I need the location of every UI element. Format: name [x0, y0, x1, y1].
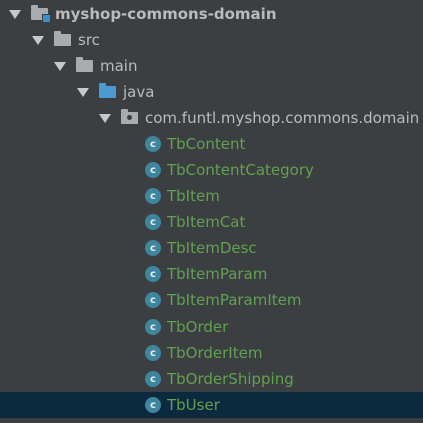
class-label: TbUser — [167, 396, 220, 414]
class-icon: c — [145, 162, 161, 178]
tree-node-class-selected[interactable]: c TbUser — [0, 392, 423, 418]
class-icon: c — [145, 240, 161, 256]
module-name: myshop-commons-domain — [55, 5, 277, 23]
class-label: TbContentCategory — [167, 161, 314, 179]
class-icon: c — [145, 188, 161, 204]
folder-icon — [54, 31, 71, 46]
tree-node-package[interactable]: com.funtl.myshop.commons.domain — [0, 105, 423, 131]
class-label: TbItemDesc — [167, 239, 257, 257]
tree-node-class[interactable]: c TbOrderShipping — [0, 366, 423, 392]
tree-node-class[interactable]: c TbOrderItem — [0, 340, 423, 366]
tree-node-class[interactable]: c TbItem — [0, 183, 423, 209]
tree-node-class[interactable]: c TbItemParam — [0, 261, 423, 287]
tree-node-java[interactable]: java — [0, 79, 423, 105]
class-icon: c — [145, 266, 161, 282]
tree-node-module[interactable]: myshop-commons-domain — [0, 1, 423, 27]
expand-arrow-icon[interactable] — [32, 35, 44, 45]
class-label: TbOrderItem — [167, 344, 263, 362]
class-icon: c — [145, 397, 161, 413]
class-label: TbContent — [167, 135, 246, 153]
class-label: TbOrder — [167, 318, 229, 336]
class-icon: c — [145, 319, 161, 335]
class-icon: c — [145, 214, 161, 230]
class-icon: c — [145, 292, 161, 308]
tree-node-src[interactable]: src — [0, 27, 423, 53]
project-tree: myshop-commons-domain src main java com.… — [0, 0, 423, 423]
class-label: TbItem — [167, 187, 220, 205]
class-label: TbItemCat — [167, 213, 246, 231]
class-icon: c — [145, 371, 161, 387]
folder-label-src: src — [78, 31, 100, 49]
tree-node-class[interactable]: c TbContent — [0, 131, 423, 157]
class-label: TbOrderShipping — [167, 370, 294, 388]
expand-arrow-icon[interactable] — [9, 9, 21, 19]
class-icon: c — [145, 345, 161, 361]
package-icon — [121, 109, 138, 124]
tree-node-class[interactable]: c TbContentCategory — [0, 157, 423, 183]
folder-icon — [76, 57, 93, 72]
class-label: TbItemParam — [167, 265, 268, 283]
package-label: com.funtl.myshop.commons.domain — [145, 109, 420, 127]
tree-node-class[interactable]: c TbOrder — [0, 314, 423, 340]
tree-node-class[interactable]: c TbItemParamItem — [0, 287, 423, 313]
folder-label-java: java — [123, 83, 155, 101]
tree-node-class[interactable]: c TbItemCat — [0, 209, 423, 235]
expand-arrow-icon[interactable] — [99, 113, 111, 123]
tree-node-main[interactable]: main — [0, 53, 423, 79]
source-folder-icon — [99, 83, 116, 98]
expand-arrow-icon[interactable] — [54, 61, 66, 71]
module-folder-icon — [31, 5, 51, 23]
class-label: TbItemParamItem — [167, 291, 302, 309]
tree-node-class[interactable]: c TbItemDesc — [0, 235, 423, 261]
class-icon: c — [145, 136, 161, 152]
expand-arrow-icon[interactable] — [77, 87, 89, 97]
folder-label-main: main — [100, 57, 138, 75]
